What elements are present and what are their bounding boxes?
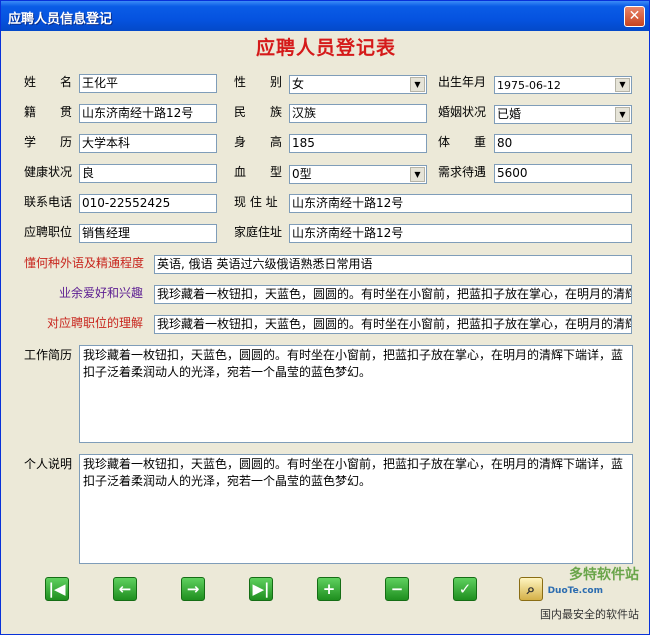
statement-line: 扣子泛着柔润动人的光泽，宛若一个晶莹的蓝色梦幻。 — [83, 474, 372, 488]
home-address-field[interactable]: 山东济南经十路12号 — [289, 224, 632, 243]
window-title: 应聘人员信息登记 — [8, 12, 113, 27]
languages-field[interactable]: 英语, 俄语 英语过六级俄语熟悉日常用语 — [154, 255, 632, 274]
statement-label: 个人说明 — [24, 457, 73, 471]
education-field[interactable]: 大学本科 — [79, 134, 217, 153]
statement-line: 我珍藏着一枚钮扣，天蓝色，圆圆的。有时坐在小窗前，把蓝扣子放在掌心，在明月的清辉… — [83, 457, 624, 471]
resume-line: 我珍藏着一枚钮扣，天蓝色，圆圆的。有时坐在小窗前，把蓝扣子放在掌心，在明月的清辉… — [83, 348, 624, 362]
phone-field[interactable]: 010-22552425 — [79, 194, 217, 213]
understanding-field[interactable]: 我珍藏着一枚钮扣，天蓝色，圆圆的。有时坐在小窗前，把蓝扣子放在掌心，在明月的清辉 — [154, 315, 632, 334]
salary-field[interactable]: 5600 — [494, 164, 632, 183]
watermark-subtitle: 国内最安全的软件站 — [540, 608, 639, 621]
title-bar[interactable]: 应聘人员信息登记 ✕ — [1, 1, 649, 31]
chevron-down-icon[interactable]: ▼ — [410, 167, 425, 182]
ethnic-field[interactable]: 汉族 — [289, 104, 427, 123]
gender-label: 性别 — [234, 75, 282, 89]
name-field[interactable]: 王化平 — [79, 74, 217, 93]
phone-label: 联系电话 — [24, 195, 73, 209]
resume-line: 扣子泛着柔润动人的光泽，宛若一个晶莹的蓝色梦幻。 — [83, 365, 372, 379]
delete-record-button[interactable]: − — [385, 577, 409, 601]
health-label: 健康状况 — [24, 165, 73, 179]
prev-record-button[interactable]: ← — [113, 577, 137, 601]
marital-label: 婚姻状况 — [438, 105, 487, 119]
gender-select[interactable]: 女 ▼ — [289, 75, 427, 94]
blood-type-select[interactable]: 0型 ▼ — [289, 165, 427, 184]
birth-label: 出生年月 — [438, 75, 487, 89]
marital-select[interactable]: 已婚 ▼ — [494, 105, 632, 124]
close-button[interactable]: ✕ — [624, 6, 645, 27]
chevron-down-icon[interactable]: ▼ — [615, 78, 630, 92]
chevron-down-icon[interactable]: ▼ — [615, 107, 630, 122]
confirm-button[interactable]: ✓ — [453, 577, 477, 601]
height-field[interactable]: 185 — [289, 134, 427, 153]
first-record-button[interactable]: |◀ — [45, 577, 69, 601]
hobbies-field[interactable]: 我珍藏着一枚钮扣，天蓝色，圆圆的。有时坐在小窗前，把蓝扣子放在掌心，在明月的清辉 — [154, 285, 632, 304]
chevron-down-icon[interactable]: ▼ — [410, 77, 425, 92]
position-label: 应聘职位 — [24, 225, 73, 239]
last-record-button[interactable]: ▶| — [249, 577, 273, 601]
form-title: 应聘人员登记表 — [255, 37, 396, 59]
ethnic-label: 民族 — [234, 105, 282, 119]
birth-date-select[interactable]: 1975-06-12 ▼ — [494, 76, 632, 94]
salary-label: 需求待遇 — [438, 165, 487, 179]
height-label: 身高 — [234, 135, 282, 149]
position-field[interactable]: 销售经理 — [79, 224, 217, 243]
native-field[interactable]: 山东济南经十路12号 — [79, 104, 217, 123]
languages-label: 懂何种外语及精通程度 — [24, 256, 145, 270]
watermark-logo: 多特软件站 DuoTe.com 国内最安全的软件站 — [523, 564, 643, 624]
add-record-button[interactable]: + — [317, 577, 341, 601]
watermark-domain: DuoTe.com — [547, 586, 603, 596]
understanding-label: 对应聘职位的理解 — [47, 316, 144, 330]
resume-label: 工作简历 — [24, 348, 73, 362]
weight-field[interactable]: 80 — [494, 134, 632, 153]
native-label: 籍贯 — [24, 105, 72, 119]
home-label: 家庭住址 — [234, 225, 283, 239]
weight-label: 体重 — [438, 135, 486, 149]
blood-label: 血型 — [234, 165, 282, 179]
watermark-brand: 多特软件站 — [569, 567, 639, 583]
hobbies-label: 业余爱好和兴趣 — [59, 286, 144, 300]
app-window: 应聘人员信息登记 ✕ 应聘人员登记表 姓名 王化平 性别 女 ▼ 出生年月 19… — [0, 0, 650, 635]
next-record-button[interactable]: → — [181, 577, 205, 601]
statement-textarea[interactable]: 我珍藏着一枚钮扣，天蓝色，圆圆的。有时坐在小窗前，把蓝扣子放在掌心，在明月的清辉… — [79, 454, 633, 564]
address-label: 现 住 址 — [234, 195, 278, 209]
health-field[interactable]: 良 — [79, 164, 217, 183]
name-label: 姓名 — [24, 75, 72, 89]
education-label: 学历 — [24, 135, 72, 149]
resume-textarea[interactable]: 我珍藏着一枚钮扣，天蓝色，圆圆的。有时坐在小窗前，把蓝扣子放在掌心，在明月的清辉… — [79, 345, 633, 443]
address-field[interactable]: 山东济南经十路12号 — [289, 194, 632, 213]
